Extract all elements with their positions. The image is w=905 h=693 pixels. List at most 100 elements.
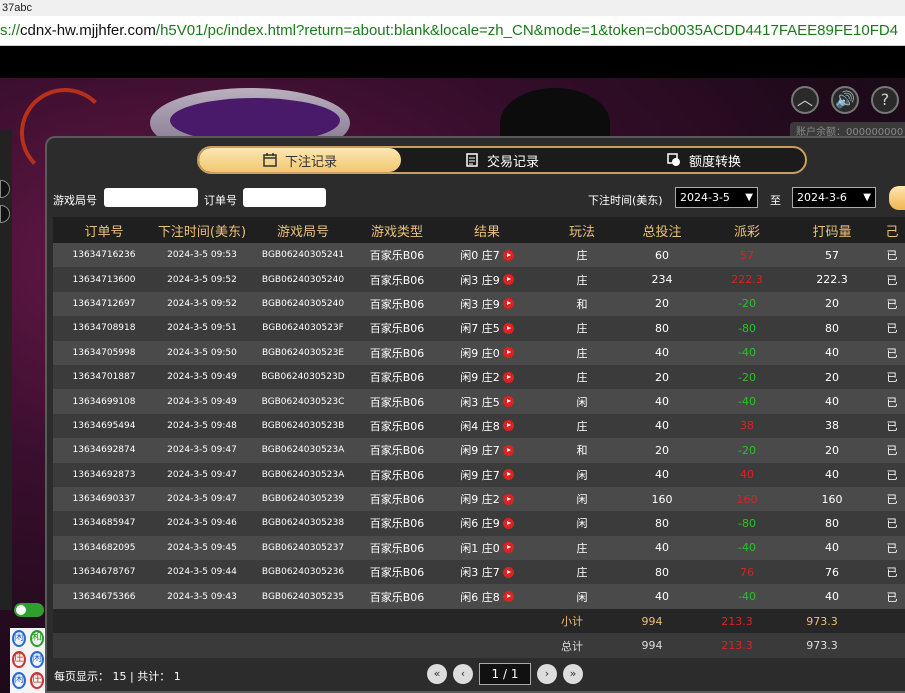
cell-round: BGB06240305235 — [261, 591, 345, 602]
table-row: 13634692874 2024-3-5 09:47 BGB0624030523A 百… — [53, 438, 905, 463]
cell-bet: 闲 — [576, 590, 588, 604]
exchange-icon — [667, 153, 680, 166]
play-replay-icon[interactable] — [502, 591, 514, 603]
next-page-icon[interactable]: › — [537, 664, 557, 684]
cell-status: 已 — [886, 273, 898, 287]
to-date-select[interactable]: 2024-3-6 ▼ — [792, 187, 876, 208]
to-label: 至 — [770, 194, 781, 207]
cell-round: BGB06240305238 — [261, 518, 345, 529]
cell-result: 闲9 庄2 — [437, 491, 537, 507]
count-label: 共计： — [137, 670, 171, 683]
play-replay-icon[interactable] — [502, 542, 514, 554]
result-text: 闲4 庄8 — [460, 419, 500, 433]
cell-time: 2024-3-5 09:45 — [167, 542, 237, 553]
toggle-switch[interactable] — [14, 603, 44, 617]
play-replay-icon[interactable] — [502, 469, 514, 481]
cell-valid: 57 — [825, 248, 839, 262]
last-page-icon[interactable]: » — [563, 664, 583, 684]
cell-total: 80 — [655, 516, 669, 530]
cell-total: 40 — [655, 346, 669, 360]
cell-type: 百家乐B06 — [369, 517, 425, 531]
cell-round: BGB0624030523A — [261, 445, 345, 456]
cell-payout: -80 — [738, 516, 756, 530]
cell-status: 已 — [886, 468, 898, 482]
table-row: 13634699108 2024-3-5 09:49 BGB0624030523C 百… — [53, 389, 905, 414]
tab-credit-transfer[interactable]: 额度转换 — [603, 148, 805, 172]
play-replay-icon[interactable] — [502, 347, 514, 359]
left-rail — [0, 130, 12, 610]
cell-valid: 76 — [825, 565, 839, 579]
tab-label: 额度转换 — [688, 154, 741, 170]
cell-time: 2024-3-5 09:53 — [167, 250, 237, 261]
cell-type: 百家乐B06 — [369, 346, 425, 360]
grandtotal-total: 994 — [641, 639, 663, 653]
cell-time: 2024-3-5 09:48 — [167, 420, 237, 431]
cell-valid: 20 — [825, 370, 839, 384]
chevron-up-icon[interactable]: ︿ — [791, 86, 819, 114]
cell-payout: 38 — [740, 419, 754, 433]
play-replay-icon[interactable] — [502, 420, 514, 432]
search-button[interactable] — [889, 186, 905, 210]
speaker-icon[interactable]: 🔊 — [831, 86, 859, 114]
cell-round: BGB0624030523D — [261, 372, 345, 383]
page-input[interactable]: 1 / 1 — [479, 663, 531, 685]
first-page-icon[interactable]: « — [427, 664, 447, 684]
round-input[interactable] — [104, 188, 198, 207]
cell-type: 百家乐B06 — [369, 541, 425, 555]
cell-type: 百家乐B06 — [369, 297, 425, 311]
road-player-icon: 闲 — [12, 672, 26, 689]
cell-type: 百家乐B06 — [369, 590, 425, 604]
records-panel: 下注记录 交易记录 额度转换 游戏局号 订单号 下注时间(美东) 2024-3-… — [45, 136, 905, 693]
cell-status: 已 — [886, 371, 898, 385]
cell-time: 2024-3-5 09:50 — [167, 347, 237, 358]
cell-bet: 庄 — [576, 419, 588, 433]
cell-result: 闲0 庄7 — [437, 247, 537, 263]
grandtotal-label: 总计 — [561, 639, 583, 653]
play-replay-icon[interactable] — [502, 371, 514, 383]
help-icon[interactable]: ? — [871, 86, 899, 114]
tab-transactions[interactable]: 交易记录 — [401, 148, 603, 172]
play-replay-icon[interactable] — [502, 396, 514, 408]
cell-valid: 40 — [825, 541, 839, 555]
play-replay-icon[interactable] — [502, 298, 514, 310]
cell-payout: 222.3 — [731, 273, 763, 287]
cell-type: 百家乐B06 — [369, 444, 425, 458]
caret-down-icon: ▼ — [863, 192, 871, 203]
result-text: 闲3 庄7 — [460, 566, 500, 580]
cell-total: 60 — [655, 248, 669, 262]
cell-time: 2024-3-5 09:46 — [167, 518, 237, 529]
cell-payout: -20 — [738, 443, 756, 457]
header-total: 总投注 — [642, 224, 682, 240]
play-replay-icon[interactable] — [502, 274, 514, 286]
subtotal-total: 994 — [641, 614, 663, 628]
round-label: 游戏局号 — [53, 194, 97, 207]
result-text: 闲1 庄0 — [460, 541, 500, 555]
play-replay-icon[interactable] — [502, 444, 514, 456]
cell-round: BGB06240305237 — [261, 542, 345, 553]
play-replay-icon[interactable] — [502, 493, 514, 505]
from-date-select[interactable]: 2024-3-5 ▼ — [675, 187, 758, 208]
tab-bet-records[interactable]: 下注记录 — [199, 148, 401, 172]
play-replay-icon[interactable] — [502, 517, 514, 529]
pager: « ‹ 1 / 1 › » — [427, 663, 583, 685]
result-text: 闲9 庄7 — [460, 468, 500, 482]
play-replay-icon[interactable] — [502, 249, 514, 261]
calendar-icon — [263, 153, 277, 167]
prev-page-icon[interactable]: ‹ — [453, 664, 473, 684]
play-replay-icon[interactable] — [502, 566, 514, 578]
cell-payout: -40 — [738, 346, 756, 360]
bet-records-table: 订单号 下注时间(美东) 游戏局号 游戏类型 结果 玩法 总投注 派彩 打码量 … — [53, 217, 905, 658]
subtotal-valid: 973.3 — [806, 614, 838, 628]
cell-order: 13634682095 — [72, 542, 136, 553]
window-title: 37abc — [0, 0, 905, 16]
result-text: 闲7 庄5 — [460, 322, 500, 336]
cell-valid: 160 — [821, 492, 843, 506]
table-row: 13634678767 2024-3-5 09:44 BGB06240305236 百… — [53, 560, 905, 585]
address-bar[interactable]: s://cdnx-hw.mjjhfer.com/h5V01/pc/index.h… — [0, 16, 905, 46]
record-tabs: 下注记录 交易记录 额度转换 — [197, 146, 807, 174]
order-input[interactable] — [243, 188, 326, 207]
cell-bet: 庄 — [576, 249, 588, 263]
cell-order: 13634692874 — [72, 445, 136, 456]
cell-payout: 76 — [740, 565, 754, 579]
play-replay-icon[interactable] — [502, 322, 514, 334]
